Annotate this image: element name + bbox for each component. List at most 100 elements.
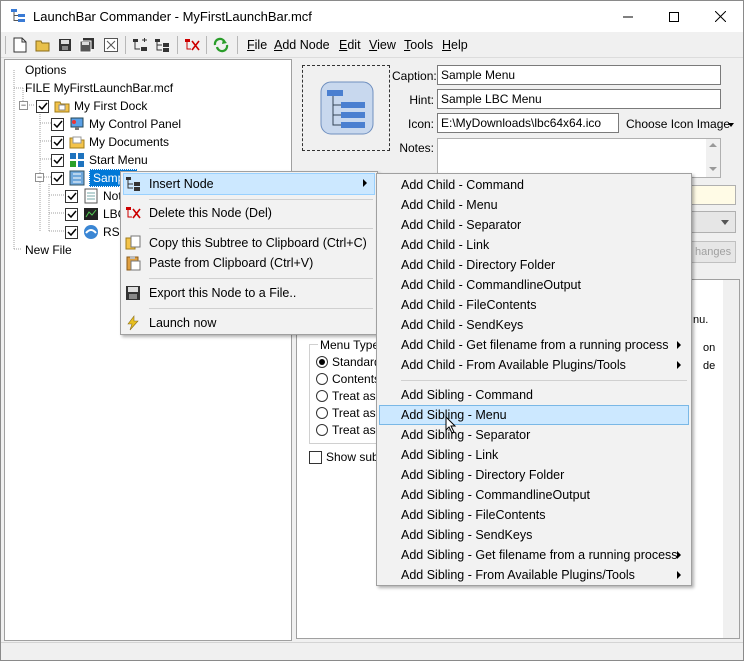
menu-item-copy-subtree[interactable]: Copy this Subtree to Clipboard (Ctrl+C): [123, 232, 375, 254]
children-item[interactable]: Add Child - Command: [379, 175, 689, 195]
menu-tree-icon: [320, 81, 374, 135]
hint-field[interactable]: Sample LBC Menu: [437, 89, 721, 109]
radio-button[interactable]: [316, 390, 328, 402]
submenu-item-label: Add Sibling - FileContents: [401, 508, 546, 522]
siblings-item[interactable]: Add Sibling - Directory Folder: [379, 465, 689, 485]
radio-button-selected[interactable]: [316, 356, 328, 368]
children-item[interactable]: Add Child - Get filename from a running …: [379, 335, 689, 355]
siblings-item[interactable]: Add Sibling - FileContents: [379, 505, 689, 525]
tree-node-child-2[interactable]: LBC: [65, 205, 126, 223]
tree-node-documents[interactable]: My Documents: [51, 133, 169, 151]
notes-field[interactable]: [437, 138, 721, 178]
apply-changes-button[interactable]: hanges: [686, 241, 736, 263]
control-panel-checkbox[interactable]: [51, 117, 64, 131]
submenu-item-label: Add Sibling - Directory Folder: [401, 468, 565, 482]
menu-edit[interactable]: Edit: [339, 38, 361, 52]
scroll-up-icon[interactable]: [709, 143, 717, 147]
title-bar[interactable]: LaunchBar Commander - MyFirstLaunchBar.m…: [1, 1, 743, 32]
menu-type-option-3[interactable]: Treat as t: [316, 389, 382, 403]
siblings-item[interactable]: Add Sibling - SendKeys: [379, 525, 689, 545]
menu-type-contents[interactable]: Contents: [316, 372, 380, 386]
caption-field[interactable]: Sample Menu: [437, 65, 721, 85]
options-scrollbar[interactable]: [723, 280, 739, 638]
child-2-checkbox[interactable]: [65, 207, 78, 221]
sample-menu-checkbox[interactable]: [51, 171, 64, 185]
close-file-button[interactable]: [102, 36, 120, 54]
tree-node-new-file[interactable]: New File: [25, 241, 72, 259]
options-text-fragment: nu.: [693, 314, 709, 326]
notes-scrollbar[interactable]: [706, 139, 720, 177]
menu-item-paste[interactable]: Paste from Clipboard (Ctrl+V): [123, 252, 375, 274]
menu-view[interactable]: View: [369, 38, 396, 52]
open-file-button[interactable]: [34, 36, 52, 54]
menu-type-standard[interactable]: Standard: [316, 355, 381, 369]
menu-item-export[interactable]: Export this Node to a File..: [123, 282, 375, 304]
icon-label: Icon:: [407, 117, 434, 131]
tree-node-options[interactable]: Options: [25, 61, 66, 79]
tree-node-child-3[interactable]: RS: [65, 223, 120, 241]
siblings-item[interactable]: Add Sibling - From Available Plugins/Too…: [379, 565, 689, 585]
save-button[interactable]: [56, 36, 74, 54]
dropdown-field[interactable]: [686, 211, 736, 233]
tree-node-child-1[interactable]: Not: [65, 187, 122, 205]
icon-path-field[interactable]: E:\MyDownloads\lbc64x64.ico: [437, 113, 619, 133]
menu-item-launch-now[interactable]: Launch now: [123, 312, 375, 334]
children-item[interactable]: Add Child - Menu: [379, 195, 689, 215]
tree-panel[interactable]: Options FILE MyFirstLaunchBar.mcf − My F…: [4, 59, 292, 641]
paste-clipboard-icon: [126, 256, 141, 271]
choose-icon-button[interactable]: Choose Icon Image: [626, 117, 736, 133]
insert-sibling-button[interactable]: [153, 36, 171, 54]
show-submenu-checkbox[interactable]: [309, 450, 322, 464]
children-item[interactable]: Add Child - Link: [379, 235, 689, 255]
tree-collapse-dock[interactable]: −: [19, 101, 28, 110]
radio-button[interactable]: [316, 373, 328, 385]
siblings-item[interactable]: Add Sibling - Separator: [379, 425, 689, 445]
menu-item-delete-node[interactable]: Delete this Node (Del): [123, 202, 375, 224]
siblings-item[interactable]: Add Sibling - Command: [379, 385, 689, 405]
refresh-arrows-icon: [213, 37, 229, 53]
children-item[interactable]: Add Child - SendKeys: [379, 315, 689, 335]
delete-node-button[interactable]: [183, 36, 201, 54]
maximize-button[interactable]: [651, 1, 697, 32]
minimize-button[interactable]: [605, 1, 651, 32]
save-all-icon: [79, 38, 94, 53]
tree-collapse-sample[interactable]: −: [35, 173, 44, 182]
child-1-checkbox[interactable]: [65, 189, 78, 203]
siblings-item[interactable]: Add Sibling - Link: [379, 445, 689, 465]
menu-file[interactable]: File: [247, 38, 267, 52]
yellow-field[interactable]: [686, 185, 736, 205]
siblings-item[interactable]: Add Sibling - CommandlineOutput: [379, 485, 689, 505]
menu-item-insert-node[interactable]: Insert Node: [123, 173, 375, 195]
insert-child-button[interactable]: [131, 36, 149, 54]
tree-node-dock[interactable]: My First Dock: [36, 97, 147, 115]
children-item[interactable]: Add Child - Separator: [379, 215, 689, 235]
tree-node-start-menu[interactable]: Start Menu: [51, 151, 148, 169]
menu-help[interactable]: Help: [442, 38, 468, 52]
close-button[interactable]: [697, 1, 743, 32]
open-folder-icon: [35, 40, 50, 52]
start-menu-checkbox[interactable]: [51, 153, 64, 167]
menu-separator: [149, 199, 373, 200]
child-3-checkbox[interactable]: [65, 225, 78, 239]
save-all-button[interactable]: [78, 36, 96, 54]
node-icon-preview[interactable]: [302, 65, 390, 151]
children-item[interactable]: Add Child - Directory Folder: [379, 255, 689, 275]
children-item[interactable]: Add Child - From Available Plugins/Tools: [379, 355, 689, 375]
documents-checkbox[interactable]: [51, 135, 64, 149]
tree-node-control-panel[interactable]: My Control Panel: [51, 115, 181, 133]
menu-add-node[interactable]: Add Node: [274, 38, 330, 52]
refresh-button[interactable]: [212, 36, 230, 54]
toolbar-separator: [237, 36, 238, 54]
menu-tools[interactable]: Tools: [404, 38, 433, 52]
children-item[interactable]: Add Child - FileContents: [379, 295, 689, 315]
siblings-item[interactable]: Add Sibling - Menu: [379, 405, 689, 425]
new-file-button[interactable]: [11, 36, 29, 54]
dock-checkbox[interactable]: [36, 99, 49, 113]
tree-node-file[interactable]: FILE MyFirstLaunchBar.mcf: [25, 79, 173, 97]
radio-button[interactable]: [316, 407, 328, 419]
radio-button[interactable]: [316, 424, 328, 436]
submenu-item-label: Add Child - FileContents: [401, 298, 537, 312]
siblings-item[interactable]: Add Sibling - Get filename from a runnin…: [379, 545, 689, 565]
children-item[interactable]: Add Child - CommandlineOutput: [379, 275, 689, 295]
scroll-down-icon[interactable]: [709, 167, 717, 171]
